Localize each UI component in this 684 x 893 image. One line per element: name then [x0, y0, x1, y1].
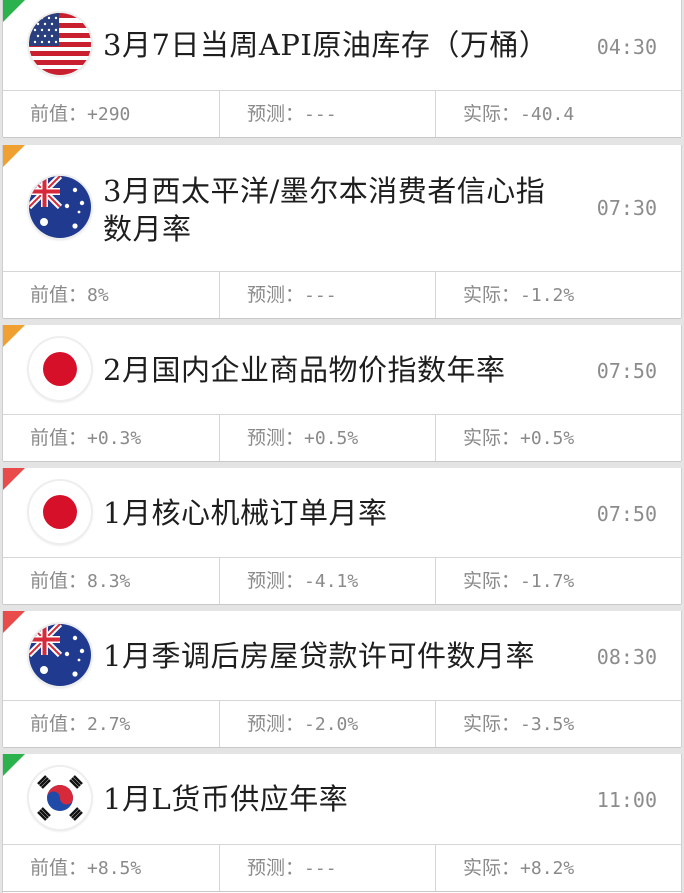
event-time: 11:00 — [596, 788, 657, 812]
event-title: 1月L货币供应年率 — [103, 782, 349, 816]
event-header[interactable]: 3月西太平洋/墨尔本消费者信心指数月率 07:30 — [3, 145, 681, 271]
event-card[interactable]: 3月7日当周API原油库存（万桶） 04:30 前值：+290 预测：--- 实… — [2, 0, 682, 138]
event-time: 07:30 — [596, 196, 657, 220]
kr-flag-icon — [29, 767, 91, 829]
prev-value: 前值：+0.3% — [30, 427, 142, 449]
importance-marker — [3, 0, 25, 22]
event-card[interactable]: 3月西太平洋/墨尔本消费者信心指数月率 07:30 前值：8% 预测：--- 实… — [2, 145, 682, 319]
jp-flag-icon — [29, 481, 91, 543]
importance-marker — [3, 468, 25, 490]
event-header[interactable]: 1月L货币供应年率 11:00 — [3, 754, 681, 844]
event-values: 前值：2.7% 预测：-2.0% 实际：-3.5% — [3, 700, 681, 748]
calendar-list: 3月7日当周API原油库存（万桶） 04:30 前值：+290 预测：--- 实… — [0, 0, 684, 893]
importance-marker — [3, 611, 25, 633]
event-time: 07:50 — [596, 359, 657, 383]
actual-value: 实际：+8.2% — [435, 845, 681, 891]
actual-value: 实际：-40.4 — [435, 91, 681, 137]
event-card[interactable]: 2月国内企业商品物价指数年率 07:50 前值：+0.3% 预测：+0.5% 实… — [2, 325, 682, 462]
event-header[interactable]: 1月季调后房屋贷款许可件数月率 08:30 — [3, 611, 681, 700]
forecast-value: 预测：-4.1% — [219, 558, 435, 604]
actual-value: 实际：-1.2% — [435, 272, 681, 318]
prev-value: 前值：+290 — [30, 103, 131, 125]
event-title: 2月国内企业商品物价指数年率 — [103, 353, 506, 387]
jp-flag-icon — [29, 338, 91, 400]
forecast-value: 预测：-2.0% — [219, 701, 435, 747]
event-time: 07:50 — [596, 502, 657, 526]
prev-value: 前值：+8.5% — [30, 857, 142, 879]
actual-value: 实际：-3.5% — [435, 701, 681, 747]
event-time: 04:30 — [596, 35, 657, 59]
prev-value: 前值：8% — [30, 284, 109, 306]
event-time: 08:30 — [596, 645, 657, 669]
au-flag-icon — [29, 624, 91, 686]
forecast-value: 预测：--- — [219, 845, 435, 891]
importance-marker — [3, 145, 25, 167]
event-card[interactable]: 1月季调后房屋贷款许可件数月率 08:30 前值：2.7% 预测：-2.0% 实… — [2, 611, 682, 748]
prev-value: 前值：2.7% — [30, 713, 131, 735]
event-title: 1月核心机械订单月率 — [103, 496, 388, 530]
event-card[interactable]: 1月核心机械订单月率 07:50 前值：8.3% 预测：-4.1% 实际：-1.… — [2, 468, 682, 605]
event-values: 前值：8% 预测：--- 实际：-1.2% — [3, 271, 681, 319]
forecast-value: 预测：--- — [219, 272, 435, 318]
event-title: 3月西太平洋/墨尔本消费者信心指数月率 — [103, 174, 546, 246]
event-values: 前值：+290 预测：--- 实际：-40.4 — [3, 90, 681, 138]
event-values: 前值：+0.3% 预测：+0.5% 实际：+0.5% — [3, 414, 681, 462]
event-header[interactable]: 2月国内企业商品物价指数年率 07:50 — [3, 325, 681, 414]
actual-value: 实际：-1.7% — [435, 558, 681, 604]
importance-marker — [3, 754, 25, 776]
event-title: 1月季调后房屋贷款许可件数月率 — [103, 639, 535, 673]
au-flag-icon — [29, 176, 91, 238]
importance-marker — [3, 325, 25, 347]
prev-value: 前值：8.3% — [30, 570, 131, 592]
forecast-value: 预测：+0.5% — [219, 415, 435, 461]
event-card[interactable]: 1月L货币供应年率 11:00 前值：+8.5% 预测：--- 实际：+8.2% — [2, 754, 682, 893]
event-header[interactable]: 1月核心机械订单月率 07:50 — [3, 468, 681, 557]
actual-value: 实际：+0.5% — [435, 415, 681, 461]
event-values: 前值：+8.5% 预测：--- 实际：+8.2% — [3, 844, 681, 892]
forecast-value: 预测：--- — [219, 91, 435, 137]
event-values: 前值：8.3% 预测：-4.1% 实际：-1.7% — [3, 557, 681, 605]
event-header[interactable]: 3月7日当周API原油库存（万桶） 04:30 — [3, 0, 681, 90]
event-title: 3月7日当周API原油库存（万桶） — [103, 28, 549, 62]
us-flag-icon — [29, 13, 91, 75]
